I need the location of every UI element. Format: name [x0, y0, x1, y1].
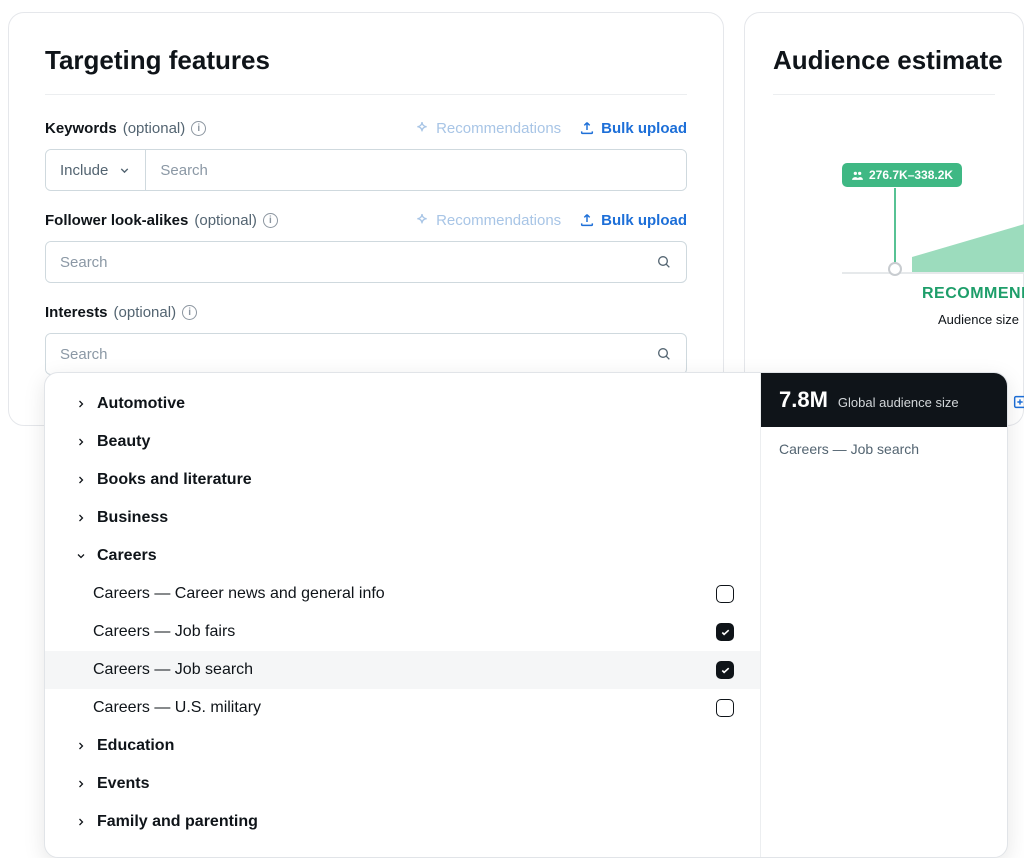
bulk-upload-link[interactable]: Bulk upload [579, 120, 687, 137]
targeting-features-card: Targeting features Keywords (optional) i… [8, 12, 724, 426]
keywords-input-row: Include [45, 149, 687, 191]
follower-label: Follower look-alikes [45, 212, 188, 229]
interest-item-us-military[interactable]: Careers — U.S. military [45, 689, 760, 727]
category-beauty[interactable]: Beauty [45, 423, 760, 461]
category-label: Events [97, 775, 149, 793]
upload-icon [579, 120, 595, 136]
detail-breadcrumb: Careers — Job search [761, 427, 1007, 471]
chevron-right-icon [75, 512, 87, 524]
chevron-right-icon [75, 778, 87, 790]
follower-search-input[interactable] [46, 242, 642, 282]
category-label: Family and parenting [97, 813, 258, 831]
checkbox[interactable] [716, 585, 734, 603]
dropdown-detail-panel: 7.8M Global audience size Careers — Job … [760, 373, 1007, 857]
interest-label: Careers — Job search [93, 661, 253, 679]
divider [45, 94, 687, 95]
sparkle-icon [414, 120, 430, 136]
category-label: Books and literature [97, 471, 252, 489]
checkbox-checked[interactable] [716, 623, 734, 641]
checkmark-icon [720, 665, 731, 676]
category-label: Business [97, 509, 168, 527]
audience-size-value: 7.8M [779, 387, 828, 413]
range-marker-dot[interactable] [888, 262, 902, 276]
info-icon[interactable]: i [191, 121, 206, 136]
info-icon[interactable]: i [182, 305, 197, 320]
search-icon [656, 254, 672, 270]
chevron-right-icon [75, 816, 87, 828]
info-icon[interactable]: i [263, 213, 278, 228]
section-title: Targeting features [45, 45, 687, 76]
audience-estimate-title: Audience estimate [773, 45, 995, 76]
include-select[interactable]: Include [46, 150, 146, 190]
expand-icon[interactable] [1012, 394, 1024, 410]
category-automotive[interactable]: Automotive [45, 385, 760, 423]
keywords-search-input[interactable] [146, 150, 686, 190]
dropdown-categories: Automotive Beauty Books and literature B… [45, 373, 760, 857]
audience-size-label: Global audience size [838, 395, 959, 410]
recommendations-link[interactable]: Recommendations [414, 120, 561, 137]
divider [773, 94, 995, 95]
bulk-upload-text: Bulk upload [601, 212, 687, 229]
bulk-upload-text: Bulk upload [601, 120, 687, 137]
category-events[interactable]: Events [45, 765, 760, 803]
recommendations-link[interactable]: Recommendations [414, 212, 561, 229]
checkmark-icon [720, 627, 731, 638]
category-education[interactable]: Education [45, 727, 760, 765]
chevron-right-icon [75, 436, 87, 448]
optional-text: (optional) [194, 212, 257, 229]
checkbox-checked[interactable] [716, 661, 734, 679]
keywords-field: Keywords (optional) i Recommendations Bu… [45, 117, 687, 191]
chevron-down-icon [75, 550, 87, 562]
checkbox[interactable] [716, 699, 734, 717]
people-icon [851, 169, 864, 182]
chevron-right-icon [75, 398, 87, 410]
interests-dropdown: Automotive Beauty Books and literature B… [44, 372, 1008, 858]
interests-label: Interests [45, 304, 108, 321]
range-value: 276.7K–338.2K [869, 168, 953, 182]
bulk-upload-link[interactable]: Bulk upload [579, 212, 687, 229]
include-label: Include [60, 162, 108, 179]
interest-item-career-news[interactable]: Careers — Career news and general info [45, 575, 760, 613]
interest-label: Careers — Job fairs [93, 623, 235, 641]
optional-text: (optional) [114, 304, 177, 321]
audience-size-label: Audience size [938, 312, 1019, 327]
audience-baseline [842, 272, 1024, 274]
category-label: Automotive [97, 395, 185, 413]
category-label: Education [97, 737, 174, 755]
interests-input-row [45, 333, 687, 375]
category-label: Careers [97, 547, 157, 565]
category-careers[interactable]: Careers [45, 537, 760, 575]
interests-search-input[interactable] [46, 334, 642, 374]
interest-label: Careers — U.S. military [93, 699, 261, 717]
interest-item-job-fairs[interactable]: Careers — Job fairs [45, 613, 760, 651]
chevron-right-icon [75, 740, 87, 752]
chevron-right-icon [75, 474, 87, 486]
range-marker-stem [894, 188, 896, 266]
audience-size-header: 7.8M Global audience size [761, 373, 1007, 427]
search-icon-wrap [642, 334, 686, 374]
recommendations-text: Recommendations [436, 212, 561, 229]
category-family[interactable]: Family and parenting [45, 803, 760, 841]
interest-label: Careers — Career news and general info [93, 585, 385, 603]
recommendations-text: Recommendations [436, 120, 561, 137]
follower-field: Follower look-alikes (optional) i Recomm… [45, 209, 687, 283]
search-icon-wrap [642, 242, 686, 282]
follower-input-row [45, 241, 687, 283]
category-business[interactable]: Business [45, 499, 760, 537]
interests-field: Interests (optional) i [45, 301, 687, 375]
category-books[interactable]: Books and literature [45, 461, 760, 499]
category-label: Beauty [97, 433, 150, 451]
search-icon [656, 346, 672, 362]
keywords-label: Keywords [45, 120, 117, 137]
recommended-label: RECOMMENDED [922, 285, 1024, 303]
interest-item-job-search[interactable]: Careers — Job search [45, 651, 760, 689]
optional-text: (optional) [123, 120, 186, 137]
range-badge: 276.7K–338.2K [842, 163, 962, 187]
upload-icon [579, 212, 595, 228]
sparkle-icon [414, 212, 430, 228]
chevron-down-icon [118, 164, 131, 177]
